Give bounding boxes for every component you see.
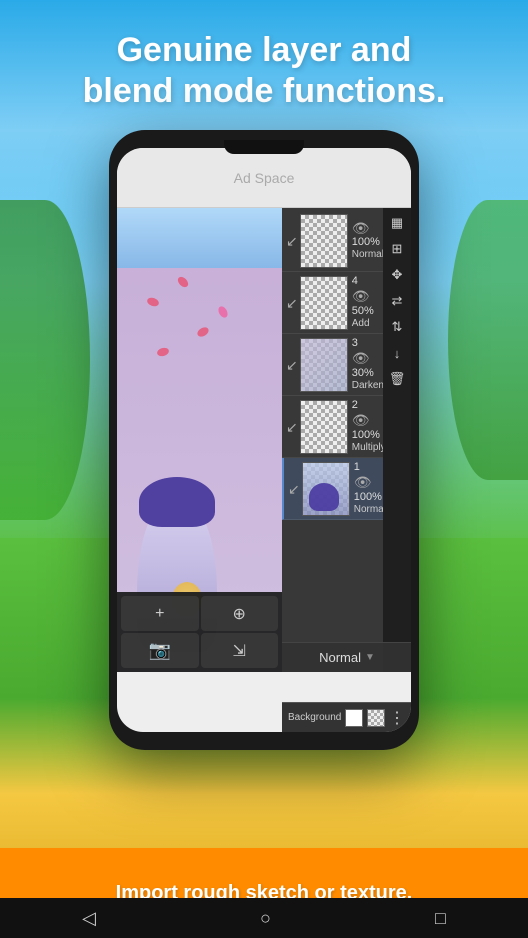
nav-home-button[interactable]: ○ [260, 908, 271, 929]
export-button[interactable]: ⇲ [201, 633, 279, 668]
layer-thumb [300, 338, 348, 392]
layer-opacity: 100% [352, 429, 383, 442]
bg-tree-left [0, 200, 90, 520]
layer-opacity: 100% [352, 236, 383, 249]
layer-item[interactable]: ↙ 4 👁 50% Add [282, 272, 383, 334]
layer-opacity: 100% [354, 491, 383, 504]
layer-eye-icon: 👁 [354, 474, 383, 491]
layer-arrow: ↙ [288, 482, 300, 496]
bg-swatch-white[interactable] [345, 709, 363, 727]
layer-opacity: 50% [352, 305, 379, 318]
layer-eye-icon: 👁 [352, 288, 379, 305]
bg-more-icon[interactable]: ⋮ [389, 708, 405, 728]
left-toolbar: + ⊕ 📷 ⇲ [117, 592, 282, 672]
layer-eye-icon: 👁 [352, 220, 383, 237]
layer-number: 4 [352, 275, 379, 288]
nav-bar-inner: ◁ ○ □ [0, 898, 528, 938]
nav-back-button[interactable]: ◁ [82, 908, 96, 929]
headline: Genuine layer and blend mode functions. [0, 30, 528, 112]
layer-eye-icon: 👁 [352, 412, 383, 429]
ad-space-text: Ad Space [234, 170, 295, 186]
layer-info: 2 👁 100% Multiply [348, 399, 383, 454]
ad-space: Ad Space [117, 148, 411, 208]
blend-mode-label[interactable]: Normal ▼ [282, 642, 411, 672]
layer-number: 3 [352, 337, 383, 350]
layer-item[interactable]: ↙ 2 👁 100% Multiply [282, 396, 383, 458]
layer-tools: ▦ ⊞ ✥ ⇄ ⇅ ↓ 🗑 [383, 208, 411, 672]
layer-info: 1 👁 100% Normal [350, 461, 383, 516]
bg-row-label: Background [288, 712, 341, 723]
layer-info: 4 👁 50% Add [348, 275, 379, 330]
layer-thumb [300, 214, 348, 268]
layer-thumb [300, 400, 348, 454]
add-layer-button[interactable]: + [121, 596, 199, 631]
nav-menu-button[interactable]: □ [435, 908, 446, 929]
phone-screen: Ad Space [117, 148, 411, 732]
background-row: Background ⋮ [282, 702, 411, 732]
layer-item[interactable]: ↙ 3 👁 30% Darken [282, 334, 383, 396]
bottom-banner: ◁ ○ □ Import rough sketch or texture. [0, 848, 528, 938]
headline-line1: Genuine layer and [0, 30, 528, 71]
layer-arrow: ↙ [286, 234, 298, 248]
layer-item-selected[interactable]: ↙ 1 👁 100% Normal [282, 458, 383, 520]
layer-number: 1 [354, 461, 383, 474]
layer-info: 👁 100% Normal [348, 220, 383, 262]
phone-frame: Ad Space [109, 130, 419, 750]
layer-opacity: 30% [352, 367, 383, 380]
layer-blend: Normal [354, 504, 383, 516]
phone-notch [224, 140, 304, 154]
layer-item[interactable]: ↙ 👁 100% Normal [282, 210, 383, 272]
layer-arrow: ↙ [286, 358, 298, 372]
camera-button[interactable]: 📷 [121, 633, 199, 668]
download-icon[interactable]: ↓ [386, 342, 408, 364]
merge-button[interactable]: ⊕ [201, 596, 279, 631]
layer-arrow: ↙ [286, 296, 298, 310]
headline-line2: blend mode functions. [0, 71, 528, 112]
layer-thumb [300, 276, 348, 330]
checker-icon[interactable]: ▦ [386, 212, 408, 234]
layer-blend: Darken [352, 380, 383, 392]
layer-panel: ↙ 👁 100% Normal ↙ [282, 208, 411, 672]
layer-info: 3 👁 30% Darken [348, 337, 383, 392]
bg-swatch-checker[interactable] [367, 709, 385, 727]
layers-list: ↙ 👁 100% Normal ↙ [282, 208, 383, 672]
layer-blend: Multiply [352, 442, 383, 454]
layers-icon[interactable]: ⊞ [386, 238, 408, 260]
layer-thumb [302, 462, 350, 516]
bg-tree-right [448, 200, 528, 480]
layer-blend: Add [352, 318, 379, 330]
move-icon[interactable]: ✥ [386, 264, 408, 286]
flip-icon[interactable]: ⇄ [386, 290, 408, 312]
transform-icon[interactable]: ⇅ [386, 316, 408, 338]
delete-icon[interactable]: 🗑 [386, 368, 408, 390]
layer-eye-icon: 👁 [352, 350, 383, 367]
layer-arrow: ↙ [286, 420, 298, 434]
layer-number: 2 [352, 399, 383, 412]
layer-blend: Normal [352, 249, 383, 261]
